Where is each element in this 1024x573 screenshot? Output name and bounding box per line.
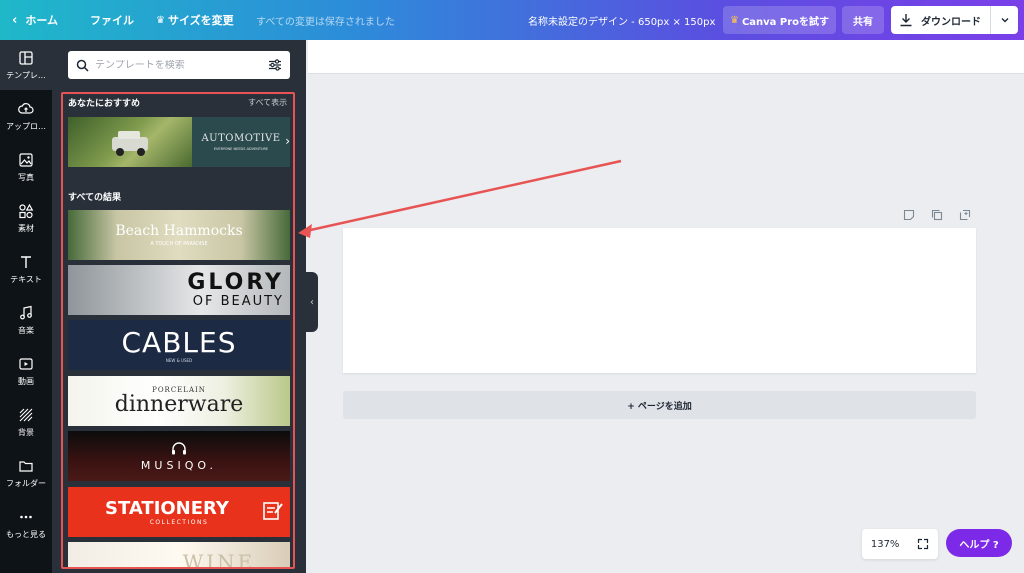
folder-icon: [19, 460, 33, 472]
headphones-icon: [172, 441, 186, 454]
rail-label: 写真: [18, 172, 34, 182]
home-label: ホーム: [25, 14, 59, 27]
template-title: MUSIQO.: [140, 458, 218, 472]
collapse-panel-button[interactable]: ‹: [306, 272, 318, 332]
template-card-beach-hammocks[interactable]: Beach Hammocks A TOUCH OF PARADISE: [68, 210, 290, 260]
try-pro-label: Canva Proを試す: [741, 16, 830, 28]
share-button[interactable]: 共有: [842, 6, 884, 34]
video-icon: [19, 357, 33, 370]
download-label: ダウンロード: [921, 16, 981, 28]
download-button-group: ダウンロード: [891, 6, 1018, 34]
rail-item-background[interactable]: 背景: [0, 397, 52, 447]
zoom-level[interactable]: 137%: [871, 539, 900, 550]
rail-item-music[interactable]: 音楽: [0, 295, 52, 345]
duplicate-icon[interactable]: [930, 208, 944, 222]
chevron-left-icon: ‹: [12, 12, 18, 28]
resize-button[interactable]: ♛ サイズを変更: [156, 12, 234, 28]
top-bar: ‹ ホーム ファイル ♛ サイズを変更 すべての変更は保存されました 名称未設定…: [0, 0, 1024, 40]
crown-icon: ♛: [156, 14, 165, 26]
chevron-right-icon[interactable]: ›: [285, 134, 290, 148]
featured-title: AUTOMOTIVE: [201, 133, 281, 144]
note-icon[interactable]: [902, 208, 916, 222]
background-icon: [19, 408, 33, 421]
template-subtitle: OF BEAUTY: [192, 294, 284, 309]
template-card-glory[interactable]: GLORY OF BEAUTY: [68, 265, 290, 315]
template-title: STATIONERY: [105, 497, 229, 519]
editor-toolbar: [308, 40, 1024, 74]
rail-item-uploads[interactable]: アップロ…: [0, 91, 52, 141]
chevron-down-icon: [1001, 18, 1008, 23]
design-page[interactable]: [343, 228, 976, 373]
template-card-cables[interactable]: CABLES NEW & USED: [68, 320, 290, 370]
template-subtitle: COLLECTIONS: [149, 518, 209, 526]
home-button[interactable]: ‹ ホーム: [12, 12, 58, 28]
template-search[interactable]: [68, 51, 290, 79]
rail-item-video[interactable]: 動画: [0, 346, 52, 396]
try-pro-button[interactable]: ♛ Canva Proを試す: [723, 6, 836, 34]
left-rail: テンプレ… アップロ… 写真 素材 テキスト 音楽 動画 背景 フォルダー もっ…: [0, 40, 52, 573]
template-icon: [19, 50, 33, 65]
photo-icon: [19, 152, 33, 167]
all-results-title: すべての結果: [68, 193, 122, 203]
notepad-pencil-icon: [263, 502, 283, 520]
template-title: WINE: [182, 550, 256, 567]
search-icon: [76, 59, 89, 72]
file-menu-button[interactable]: ファイル: [90, 12, 134, 28]
save-status: すべての変更は保存されました: [256, 17, 395, 28]
page-actions: [902, 208, 972, 222]
featured-photo: [68, 117, 192, 167]
chevron-left-icon: ‹: [310, 296, 314, 308]
rail-label: 素材: [18, 223, 34, 233]
rail-label: 音楽: [18, 325, 34, 335]
rail-label: 背景: [18, 427, 34, 437]
featured-template[interactable]: AUTOMOTIVE EVERYONE NEEDS ADVENTURE ›: [68, 117, 290, 167]
rail-label: もっと見る: [6, 529, 46, 539]
rail-item-text[interactable]: テキスト: [0, 244, 52, 294]
music-icon: [20, 305, 32, 319]
see-all-link[interactable]: すべて表示: [248, 97, 287, 108]
add-page-icon[interactable]: [958, 208, 972, 222]
rail-item-more[interactable]: もっと見る: [0, 499, 52, 549]
help-button[interactable]: ヘルプ ?: [946, 529, 1012, 557]
more-icon: [20, 515, 32, 518]
template-subtitle: A TOUCH OF PARADISE: [150, 241, 208, 247]
fullscreen-icon[interactable]: [917, 538, 929, 550]
design-title[interactable]: 名称未設定のデザイン - 650px × 150px: [528, 13, 715, 28]
download-options-button[interactable]: [991, 6, 1018, 34]
template-title: GLORY: [187, 270, 284, 295]
rail-item-folder[interactable]: フォルダー: [0, 448, 52, 498]
template-title: CABLES: [121, 325, 237, 359]
car-icon: [112, 131, 148, 156]
upload-icon: [18, 102, 34, 114]
text-icon: [21, 255, 31, 268]
download-icon: [900, 14, 912, 27]
template-card-wine[interactable]: WINE: [68, 542, 290, 567]
resize-label: サイズを変更: [167, 14, 234, 27]
rail-label: アップロ…: [6, 121, 46, 131]
template-title: dinnerware: [114, 392, 244, 417]
rail-label: テンプレ…: [6, 70, 46, 80]
template-title: Beach Hammocks: [115, 223, 243, 239]
add-page-button[interactable]: + ページを追加: [343, 391, 976, 419]
template-card-dinnerware[interactable]: PORCELAIN dinnerware: [68, 376, 290, 426]
template-subtitle: NEW & USED: [165, 357, 193, 363]
featured-text-area: AUTOMOTIVE EVERYONE NEEDS ADVENTURE: [192, 117, 290, 167]
template-card-stationery[interactable]: STATIONERY COLLECTIONS: [68, 487, 290, 537]
zoom-control[interactable]: 137%: [862, 529, 938, 559]
featured-subtitle: EVERYONE NEEDS ADVENTURE: [213, 147, 269, 151]
rail-item-elements[interactable]: 素材: [0, 193, 52, 243]
rail-label: フォルダー: [6, 478, 46, 488]
filter-icon[interactable]: [268, 58, 282, 72]
crown-icon: ♛: [729, 14, 739, 26]
rail-item-templates[interactable]: テンプレ…: [0, 40, 52, 90]
rail-item-photos[interactable]: 写真: [0, 142, 52, 192]
download-button[interactable]: ダウンロード: [891, 6, 991, 34]
elements-icon: [19, 203, 34, 218]
rail-label: 動画: [18, 376, 34, 386]
search-input[interactable]: [95, 59, 268, 71]
recommended-title: あなたにおすすめ: [68, 99, 141, 109]
template-card-musiqo[interactable]: MUSIQO.: [68, 431, 290, 481]
rail-label: テキスト: [10, 274, 42, 284]
